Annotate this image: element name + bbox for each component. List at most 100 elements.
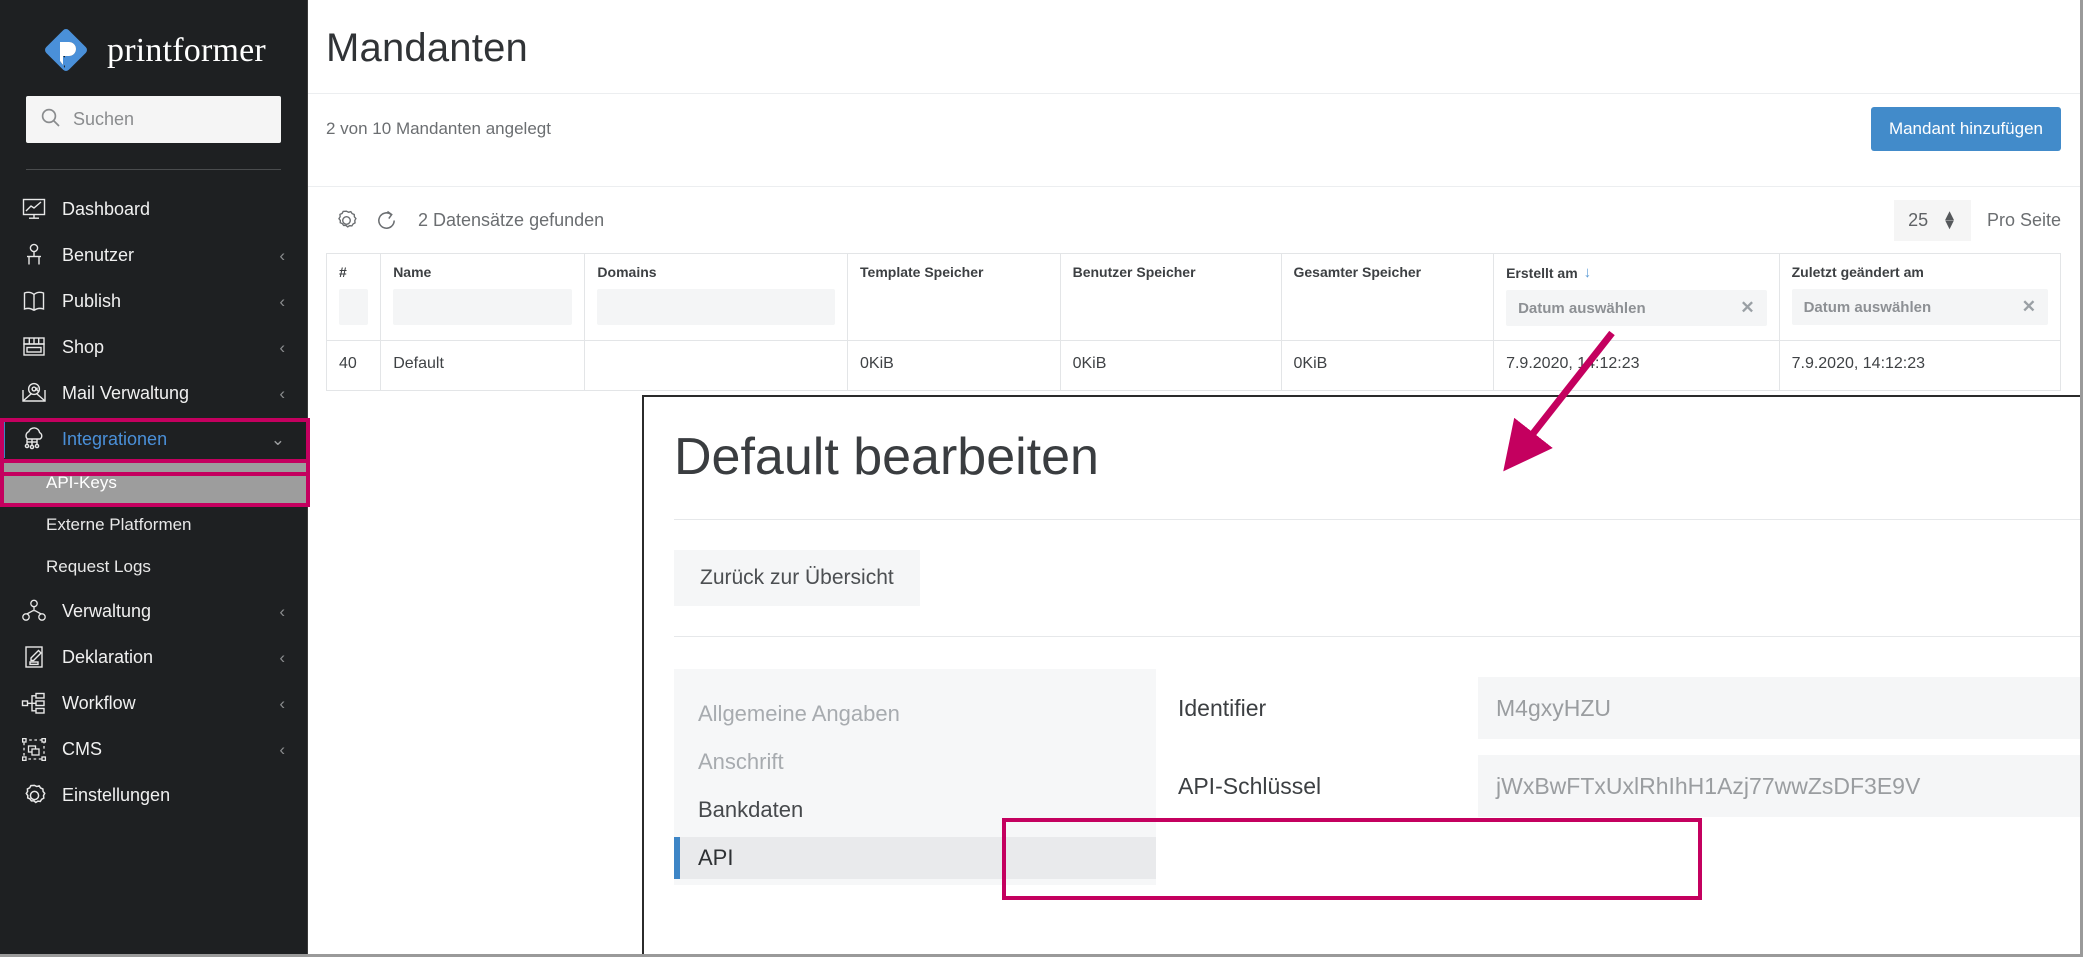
column-label: Zuletzt geändert am (1792, 264, 1924, 280)
cell-zuletzt-geaendert-am: 7.9.2020, 14:12:23 (1779, 341, 2060, 391)
chevron-icon: ‹ (279, 603, 285, 620)
table-container: # Name Domains Template Speicher (308, 253, 2083, 391)
tab-anschrift[interactable]: Anschrift (674, 741, 1156, 783)
org-icon (18, 596, 50, 626)
chevron-icon: ‹ (279, 649, 285, 666)
tab-bankdaten[interactable]: Bankdaten (674, 789, 1156, 831)
column-label: Template Speicher (860, 264, 983, 280)
sidebar-item-cms[interactable]: CMS ‹ (0, 726, 307, 772)
cell-domains (585, 341, 848, 391)
cms-icon (18, 734, 50, 764)
edit-doc-icon (18, 642, 50, 672)
filter-input-name[interactable] (393, 289, 572, 325)
sidebar-item-externe-platformen[interactable]: Externe Platformen (0, 504, 307, 546)
clear-icon[interactable]: ✕ (2022, 297, 2036, 317)
application-window: printformer Da (0, 0, 2083, 957)
column-header-gesamter-speicher[interactable]: Gesamter Speicher (1281, 254, 1494, 341)
filter-input-id[interactable] (339, 289, 368, 325)
sidebar-item-label: Deklaration (62, 647, 153, 668)
tab-allgemeine-angaben[interactable]: Allgemeine Angaben (674, 693, 1156, 735)
chevron-down-icon: ⌄ (271, 431, 285, 448)
sidebar-item-api-keys[interactable]: API-Keys (0, 462, 307, 504)
search-input[interactable] (73, 109, 267, 130)
table-row[interactable]: 40 Default 0KiB 0KiB 0KiB 7.9.2020, 14:1… (327, 341, 2061, 391)
field-label: Identifier (1178, 695, 1478, 722)
page-size-label: Pro Seite (1987, 210, 2061, 231)
identifier-value[interactable]: M4gxyHZU (1478, 677, 2083, 739)
sidebar-item-label: Integrationen (62, 429, 167, 450)
column-label: # (339, 264, 347, 280)
table-settings-gear-icon[interactable] (326, 200, 366, 240)
mandanten-count-text: 2 von 10 Mandanten angelegt (326, 119, 551, 139)
table-body: 40 Default 0KiB 0KiB 0KiB 7.9.2020, 14:1… (327, 341, 2061, 391)
sidebar-item-shop[interactable]: Shop ‹ (0, 324, 307, 370)
sidebar-item-publish[interactable]: Publish ‹ (0, 278, 307, 324)
sidebar-item-dashboard[interactable]: Dashboard (0, 186, 307, 232)
filter-input-domains[interactable] (597, 289, 835, 325)
cloud-icon (18, 424, 50, 454)
sidebar-item-deklaration[interactable]: Deklaration ‹ (0, 634, 307, 680)
sidebar-item-label: Mail Verwaltung (62, 383, 189, 404)
sidebar-item-mail-verwaltung[interactable]: Mail Verwaltung ‹ (0, 370, 307, 416)
column-header-template-speicher[interactable]: Template Speicher (848, 254, 1061, 341)
annotation-arrow (1480, 325, 1680, 485)
add-mandant-button[interactable]: Mandant hinzufügen (1871, 107, 2061, 151)
pagination-controls: 25 ▲▼ Pro Seite (1894, 200, 2061, 241)
mandanten-table: # Name Domains Template Speicher (326, 253, 2061, 391)
active-indicator (0, 420, 5, 458)
tab-label: Anschrift (698, 749, 784, 775)
column-header-id[interactable]: # (327, 254, 381, 341)
page-title: Mandanten (308, 0, 2083, 71)
user-icon (18, 240, 50, 270)
sidebar-item-workflow[interactable]: Workflow ‹ (0, 680, 307, 726)
search-box[interactable] (26, 96, 281, 143)
tab-label: Allgemeine Angaben (698, 701, 900, 727)
brand-logo[interactable]: printformer (0, 0, 307, 96)
column-label: Name (393, 264, 431, 280)
cell-benutzer-speicher: 0KiB (1060, 341, 1281, 391)
page-size-select[interactable]: 25 ▲▼ (1894, 200, 1971, 241)
page-size-value: 25 (1908, 210, 1928, 231)
chevron-icon: ‹ (279, 293, 285, 310)
sidebar-item-verwaltung[interactable]: Verwaltung ‹ (0, 588, 307, 634)
column-label: Erstellt am (1506, 265, 1578, 281)
sidebar-item-integrationen[interactable]: Integrationen ⌄ (0, 416, 307, 462)
detail-title: Default bearbeiten (644, 397, 2083, 487)
column-header-benutzer-speicher[interactable]: Benutzer Speicher (1060, 254, 1281, 341)
sidebar-item-request-logs[interactable]: Request Logs (0, 546, 307, 588)
detail-body: Allgemeine Angaben Anschrift Bankdaten A… (644, 669, 2083, 885)
cell-template-speicher: 0KiB (848, 341, 1061, 391)
sidebar-divider (26, 169, 281, 170)
column-label: Benutzer Speicher (1073, 264, 1196, 280)
date-filter-erstellt-am[interactable]: Datum auswählen ✕ (1506, 290, 1767, 326)
field-identifier: Identifier M4gxyHZU (1178, 669, 2083, 747)
search-container (0, 96, 307, 143)
gear-icon (18, 780, 50, 810)
cell-id: 40 (327, 341, 381, 391)
column-header-domains[interactable]: Domains (585, 254, 848, 341)
sort-descending-icon: ↓ (1584, 264, 1592, 281)
chevron-icon: ‹ (279, 695, 285, 712)
sidebar-item-benutzer[interactable]: Benutzer ‹ (0, 232, 307, 278)
detail-divider-top (674, 519, 2083, 520)
clear-icon[interactable]: ✕ (1740, 298, 1754, 318)
refresh-icon[interactable] (366, 200, 406, 240)
active-tab-indicator (674, 837, 680, 879)
field-api-schluessel: API-Schlüssel jWxBwFTxUxlRhIhH1Azj77wwZs… (1178, 747, 2083, 825)
sidebar-item-einstellungen[interactable]: Einstellungen (0, 772, 307, 818)
column-header-name[interactable]: Name (381, 254, 585, 341)
table-toolbar: 2 Datensätze gefunden 25 ▲▼ Pro Seite (308, 187, 2083, 253)
column-header-zuletzt-geaendert-am[interactable]: Zuletzt geändert am Datum auswählen ✕ (1779, 254, 2060, 341)
sidebar: printformer Da (0, 0, 308, 957)
api-key-value[interactable]: jWxBwFTxUxlRhIhH1Azj77wwZsDF3E9V (1478, 755, 2083, 817)
back-to-overview-button[interactable]: Zurück zur Übersicht (674, 550, 920, 606)
search-icon (40, 107, 61, 133)
sidebar-item-label: Verwaltung (62, 601, 151, 622)
chevron-icon: ‹ (279, 247, 285, 264)
sidebar-item-label: Einstellungen (62, 785, 170, 806)
sidebar-item-label: Workflow (62, 693, 136, 714)
stepper-arrows-icon: ▲▼ (1942, 211, 1957, 230)
table-header-row: # Name Domains Template Speicher (327, 254, 2061, 341)
date-filter-zuletzt-geaendert[interactable]: Datum auswählen ✕ (1792, 289, 2048, 325)
tab-api[interactable]: API (674, 837, 1156, 879)
